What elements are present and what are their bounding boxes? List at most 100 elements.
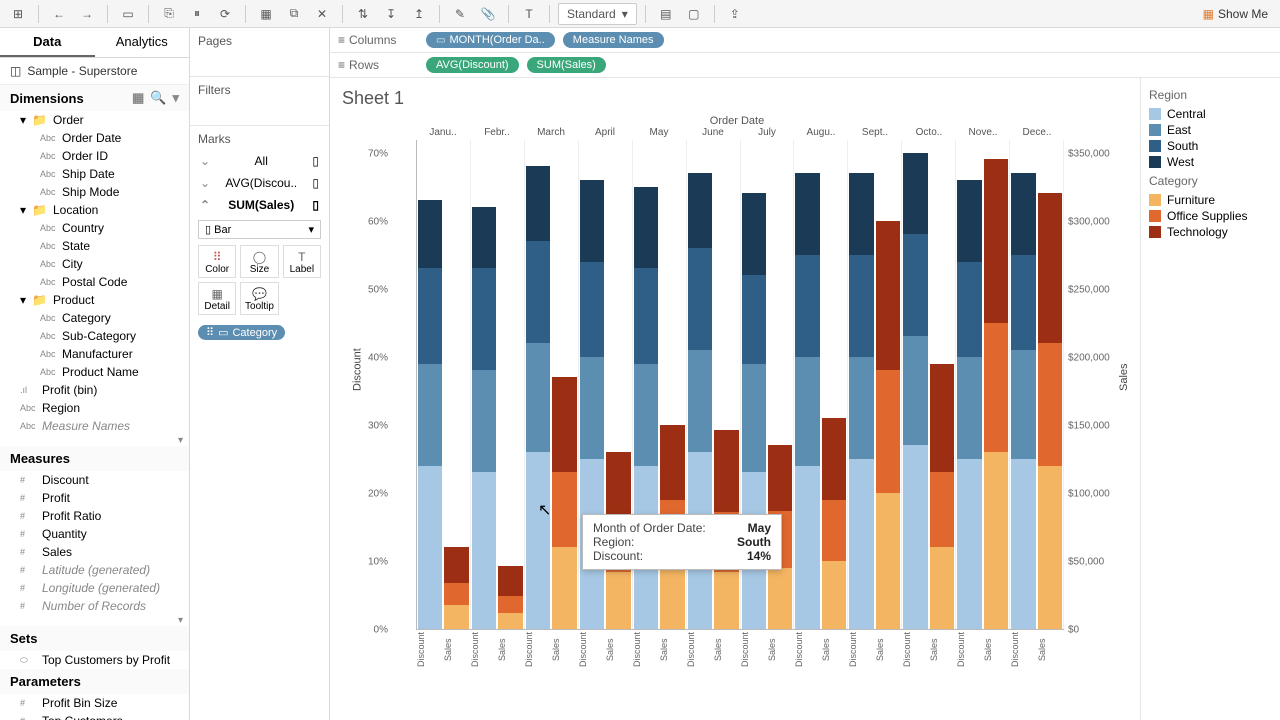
bar-segment[interactable] [472, 472, 496, 629]
bar-segment[interactable] [606, 572, 630, 629]
legend-item[interactable]: East [1149, 122, 1272, 138]
bar-segment[interactable] [660, 425, 684, 500]
bar-segment[interactable] [822, 418, 846, 500]
pill-measure-names[interactable]: Measure Names [563, 32, 664, 48]
tooltip-button[interactable]: 💬Tooltip [240, 282, 278, 315]
bar-segment[interactable] [552, 472, 576, 547]
bar-segment[interactable] [418, 268, 442, 363]
bar-segment[interactable] [1038, 466, 1062, 629]
bar-segment[interactable] [903, 234, 927, 336]
discount-bar[interactable] [418, 140, 442, 629]
bar-segment[interactable] [742, 193, 766, 275]
dim-field[interactable]: AbcSub-Category [0, 327, 189, 345]
bar-segment[interactable] [714, 572, 738, 629]
discount-bar[interactable] [472, 140, 496, 629]
pill-sum-sales[interactable]: SUM(Sales) [527, 57, 606, 73]
legend-item[interactable]: Furniture [1149, 192, 1272, 208]
tab-analytics[interactable]: Analytics [95, 28, 190, 57]
bar-segment[interactable] [1011, 350, 1035, 459]
bar-segment[interactable] [472, 370, 496, 472]
bar-segment[interactable] [1038, 193, 1062, 343]
bar-segment[interactable] [822, 500, 846, 561]
discount-bar[interactable] [903, 140, 927, 629]
tab-data[interactable]: Data [0, 28, 95, 57]
bar-segment[interactable] [444, 583, 468, 605]
bar-segment[interactable] [444, 605, 468, 630]
sort-desc-icon[interactable]: ↥ [407, 3, 431, 25]
bar-segment[interactable] [660, 561, 684, 629]
sales-bar[interactable] [552, 140, 576, 629]
fit-dropdown[interactable]: Standard ▾ [558, 3, 637, 25]
bar-segment[interactable] [1011, 173, 1035, 255]
label-icon[interactable]: T [517, 3, 541, 25]
discount-bar[interactable] [957, 140, 981, 629]
bar-segment[interactable] [526, 241, 550, 343]
show-me-button[interactable]: ▦ Show Me [1197, 7, 1274, 21]
measure-field[interactable]: #Quantity [0, 525, 189, 543]
bar-segment[interactable] [444, 547, 468, 582]
dim-field[interactable]: AbcState [0, 237, 189, 255]
measure-field[interactable]: #Latitude (generated) [0, 561, 189, 579]
dim-folder[interactable]: ▾📁Location [0, 201, 189, 219]
find-field-icon[interactable]: 🔍 [150, 90, 166, 106]
bar-segment[interactable] [498, 596, 522, 612]
legend-item[interactable]: South [1149, 138, 1272, 154]
bar-segment[interactable] [849, 255, 873, 357]
share-icon[interactable]: ⇪ [723, 3, 747, 25]
measure-field[interactable]: #Discount [0, 471, 189, 489]
dim-field[interactable]: AbcOrder Date [0, 129, 189, 147]
dim-field[interactable]: AbcOrder ID [0, 147, 189, 165]
bar-segment[interactable] [552, 377, 576, 472]
refresh-icon[interactable]: ⟳ [213, 3, 237, 25]
duplicate-icon[interactable]: ⧉ [282, 3, 306, 25]
bar-segment[interactable] [795, 466, 819, 629]
sales-bar[interactable] [444, 140, 468, 629]
pause-updates-icon[interactable]: ⏸ [185, 3, 209, 25]
mark-type-dropdown[interactable]: ▯ Bar ▾ [198, 220, 321, 239]
bar-segment[interactable] [768, 445, 792, 510]
bar-segment[interactable] [580, 262, 604, 357]
dim-field[interactable]: AbcCategory [0, 309, 189, 327]
filters-shelf[interactable]: Filters [190, 77, 329, 126]
bar-segment[interactable] [418, 466, 442, 629]
bar-segment[interactable] [688, 173, 712, 248]
bar-segment[interactable] [688, 350, 712, 452]
bar-segment[interactable] [714, 430, 738, 512]
bar-segment[interactable] [849, 357, 873, 459]
sales-bar[interactable] [930, 140, 954, 629]
forward-icon[interactable]: → [75, 3, 99, 25]
sales-bar[interactable] [984, 140, 1008, 629]
dim-field[interactable]: AbcProduct Name [0, 363, 189, 381]
bar-segment[interactable] [498, 566, 522, 596]
legend-item[interactable]: Technology [1149, 224, 1272, 240]
bar-segment[interactable] [526, 166, 550, 241]
bar-segment[interactable] [849, 173, 873, 255]
dim-folder[interactable]: ▾📁Product [0, 291, 189, 309]
bar-segment[interactable] [795, 357, 819, 466]
bar-segment[interactable] [1011, 459, 1035, 629]
group-icon[interactable]: 📎 [476, 3, 500, 25]
bar-segment[interactable] [634, 187, 658, 269]
sales-bar[interactable] [822, 140, 846, 629]
dim-folder[interactable]: ▾📁Order [0, 111, 189, 129]
bar-segment[interactable] [1011, 255, 1035, 350]
discount-bar[interactable] [795, 140, 819, 629]
sort-asc-icon[interactable]: ↧ [379, 3, 403, 25]
clear-sheet-icon[interactable]: ✕ [310, 3, 334, 25]
show-cards-icon[interactable]: ▤ [654, 3, 678, 25]
bar-segment[interactable] [606, 452, 630, 517]
bar-segment[interactable] [552, 547, 576, 629]
dim-field[interactable]: AbcShip Date [0, 165, 189, 183]
detail-button[interactable]: ▦Detail [198, 282, 236, 315]
bar-segment[interactable] [418, 364, 442, 466]
bar-segment[interactable] [957, 180, 981, 262]
chart-area[interactable]: Sheet 1 Order Date Janu..Febr..MarchApri… [330, 78, 1140, 720]
bar-segment[interactable] [526, 343, 550, 452]
tableau-logo-icon[interactable]: ⊞ [6, 3, 30, 25]
bar-segment[interactable] [903, 153, 927, 235]
save-icon[interactable]: ▭ [116, 3, 140, 25]
label-button[interactable]: TLabel [283, 245, 321, 278]
bar-segment[interactable] [822, 561, 846, 629]
discount-bar[interactable] [526, 140, 550, 629]
dim-field[interactable]: AbcManufacturer [0, 345, 189, 363]
